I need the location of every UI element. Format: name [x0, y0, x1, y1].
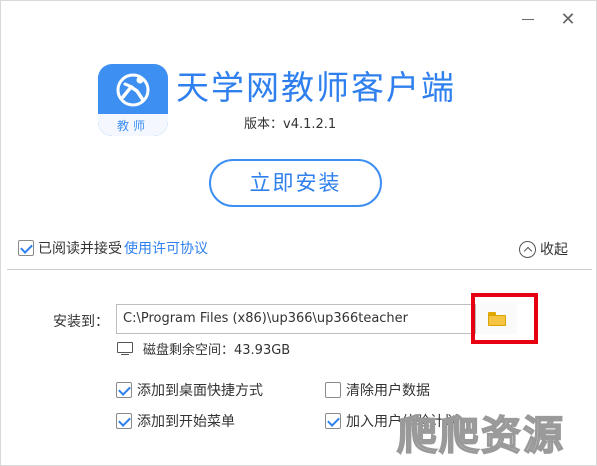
start-menu-option[interactable]: 添加到开始菜单 [116, 411, 235, 431]
close-button[interactable]: ✕ [557, 9, 579, 31]
divider [7, 269, 592, 270]
agreement-row: 已阅读并接受 使用许可协议 [18, 238, 208, 258]
runner-icon [116, 73, 150, 107]
agreement-text: 已阅读并接受 [38, 241, 122, 257]
collapse-button[interactable]: 收起 [519, 239, 568, 259]
user-experience-checkbox[interactable] [325, 413, 341, 429]
logo-label: 教师 [116, 119, 149, 133]
disk-space-label: 磁盘剩余空间：43.93GB [143, 343, 291, 358]
clear-user-data-label: 清除用户数据 [346, 383, 430, 399]
disk-space-row: 磁盘剩余空间：43.93GB [117, 339, 290, 358]
start-menu-checkbox[interactable] [116, 413, 132, 429]
app-title: 天学网教师客户端 [176, 68, 456, 107]
install-now-button[interactable]: 立即安装 [209, 159, 382, 207]
desktop-shortcut-option[interactable]: 添加到桌面快捷方式 [116, 380, 263, 400]
monitor-icon [117, 341, 133, 356]
clear-user-data-checkbox[interactable] [325, 382, 341, 398]
app-logo: 教师 [98, 64, 168, 136]
desktop-shortcut-label: 添加到桌面快捷方式 [137, 383, 263, 399]
start-menu-label: 添加到开始菜单 [137, 414, 235, 430]
watermark: 爬爬资源 [396, 412, 565, 460]
desktop-shortcut-checkbox[interactable] [116, 382, 132, 398]
collapse-label: 收起 [540, 242, 568, 258]
chevron-up-icon [519, 240, 536, 258]
browse-folder-button[interactable] [475, 304, 517, 334]
minimize-icon [522, 19, 534, 20]
install-path-label: 安装到： [53, 314, 109, 330]
install-path-input[interactable]: C:\Program Files (x86)\up366\up366teache… [116, 304, 517, 334]
folder-icon [488, 312, 506, 326]
minimize-button[interactable] [517, 9, 539, 31]
version-label: 版本：v4.1.2.1 [244, 117, 337, 132]
installer-window: ✕ 教师 天学网教师客户端 版本：v4.1.2.1 立即安装 已阅读并接受 使用许… [0, 0, 597, 466]
agreement-checkbox[interactable] [18, 240, 34, 256]
license-agreement-link[interactable]: 使用许可协议 [124, 241, 208, 257]
clear-user-data-option[interactable]: 清除用户数据 [325, 380, 430, 400]
